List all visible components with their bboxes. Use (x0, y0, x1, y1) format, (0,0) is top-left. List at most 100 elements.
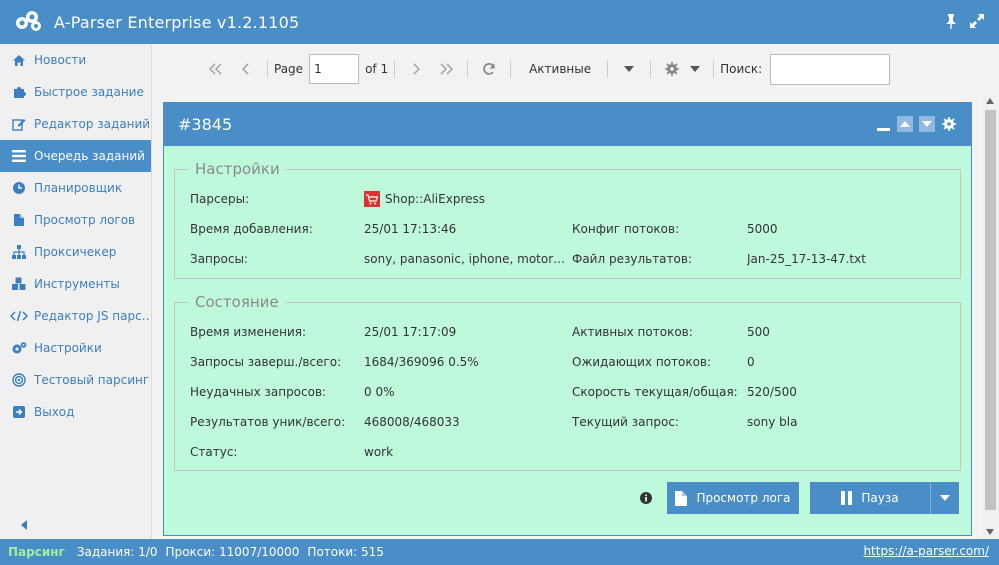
caret-down-icon (940, 495, 950, 501)
results-file-value: Jan-25_17-13-47.txt (747, 252, 866, 266)
minimize-icon[interactable] (877, 116, 891, 132)
next-page-icon[interactable] (401, 54, 431, 84)
shopping-cart-icon (364, 191, 380, 207)
failed-queries-value: 0 0% (364, 385, 395, 399)
results-file-label: Файл результатов: (572, 252, 692, 266)
first-page-icon[interactable] (201, 54, 231, 84)
current-query-label: Текущий запрос: (572, 415, 679, 429)
list-icon (10, 148, 28, 164)
pin-icon[interactable] (943, 12, 959, 30)
parser-name[interactable]: Shop::AliExpress (385, 189, 485, 209)
threads-count: Потоки: 515 (307, 545, 384, 559)
search-label: Поиск: (720, 62, 763, 76)
state-legend: Состояние (195, 293, 279, 311)
proxies-count: Прокси: 11007/10000 (165, 545, 300, 559)
last-page-icon[interactable] (431, 54, 461, 84)
tasks-count: Задания: 1/0 (76, 545, 158, 559)
sidebar-item-log-viewer[interactable]: Просмотр логов (0, 204, 151, 236)
target-icon (10, 372, 28, 388)
move-up-icon[interactable] (897, 116, 913, 132)
prev-page-icon[interactable] (231, 54, 261, 84)
sidebar-item-label: Просмотр логов (34, 213, 136, 227)
queries-value: sony, panasonic, iphone, motor… (364, 252, 566, 266)
sidebar-item-task-editor[interactable]: Редактор заданий (0, 108, 151, 140)
threads-config-value: 5000 (747, 222, 778, 236)
scroll-down-icon[interactable] (986, 529, 994, 535)
pause-options-dropdown[interactable] (930, 482, 959, 514)
sidebar-item-label: Проксичекер (34, 245, 117, 259)
sidebar-item-scheduler[interactable]: Планировщик (0, 172, 151, 204)
gear-icon[interactable] (941, 116, 957, 132)
file-icon (10, 212, 28, 228)
collapse-sidebar-icon[interactable] (20, 519, 30, 531)
parsers-value: Shop::AliExpress (364, 189, 485, 209)
website-link[interactable]: https://a-parser.com/ (863, 544, 989, 558)
toolbar-divider (607, 60, 609, 78)
home-icon (10, 52, 28, 68)
toolbar-divider (510, 60, 512, 78)
queries-done-label: Запросы заверш./всего: (190, 355, 342, 369)
pause-button[interactable]: Пауза (810, 482, 930, 514)
file-icon (675, 490, 688, 506)
added-time-value: 25/01 17:13:46 (364, 222, 457, 236)
vertical-scrollbar[interactable] (982, 94, 999, 539)
info-icon[interactable] (639, 491, 653, 505)
sidebar: Новости Быстрое задание Редактор заданий… (0, 44, 152, 539)
filter-select[interactable]: Активные (529, 62, 591, 76)
search-input[interactable] (770, 53, 891, 85)
sidebar-item-test-parsing[interactable]: Тестовый парсинг (0, 364, 151, 396)
sidebar-item-settings[interactable]: Настройки (0, 332, 151, 364)
toolbar-divider (650, 60, 652, 78)
results-count-label: Результатов уник/всего: (190, 415, 346, 429)
filter-dropdown-icon[interactable] (614, 54, 644, 84)
sidebar-item-tools[interactable]: Инструменты (0, 268, 151, 300)
settings-dropdown-icon[interactable] (687, 54, 703, 84)
app-title: A-Parser Enterprise v1.2.1105 (54, 12, 300, 32)
view-log-button[interactable]: Просмотр лога (667, 482, 799, 514)
scroll-up-icon[interactable] (986, 98, 994, 104)
status-label: Статус: (190, 445, 238, 459)
refresh-icon[interactable] (474, 54, 504, 84)
cubes-icon (10, 276, 28, 292)
active-threads-value: 500 (747, 325, 770, 339)
sidebar-item-quick-task[interactable]: Быстрое задание (0, 76, 151, 108)
sidebar-item-label: Новости (34, 53, 87, 67)
move-down-icon[interactable] (919, 116, 935, 132)
status-value: work (364, 445, 394, 459)
status-bar: Парсинг Задания: 1/0 Прокси: 11007/10000… (0, 539, 999, 565)
results-count-value: 468008/468033 (364, 415, 460, 429)
expand-icon[interactable] (969, 12, 985, 30)
parsers-label: Парсеры: (190, 192, 250, 206)
sidebar-item-label: Редактор заданий (34, 117, 151, 131)
current-query-value: sony bla (747, 415, 798, 429)
sidebar-item-label: Планировщик (34, 181, 123, 195)
queries-done-value: 1684/369096 0.5% (364, 355, 479, 369)
sidebar-item-label: Тестовый парсинг (34, 373, 150, 387)
page-number-input[interactable] (309, 54, 360, 84)
queries-label: Запросы: (190, 252, 248, 266)
page-count-label: of 1 (365, 62, 389, 76)
toolbar-divider (467, 60, 469, 78)
view-log-label: Просмотр лога (696, 491, 791, 505)
toolbar: Page of 1 Активные Поиск: (153, 44, 999, 94)
task-panel-header: #3845 (164, 103, 971, 146)
page-label: Page (274, 62, 304, 76)
sidebar-item-label: Выход (34, 405, 75, 419)
waiting-threads-label: Ожидающих потоков: (572, 355, 712, 369)
sitemap-icon (10, 244, 28, 260)
toolbar-divider (267, 60, 268, 78)
clock-icon (10, 180, 28, 196)
sidebar-item-task-queue[interactable]: Очередь заданий (0, 140, 151, 172)
toolbar-divider (394, 60, 396, 78)
sidebar-item-proxy-checker[interactable]: Проксичекер (0, 236, 151, 268)
waiting-threads-value: 0 (747, 355, 755, 369)
sidebar-item-news[interactable]: Новости (0, 44, 151, 76)
pause-label: Пауза (861, 491, 899, 505)
scrollbar-thumb[interactable] (985, 110, 996, 510)
sidebar-item-exit[interactable]: Выход (0, 396, 151, 428)
parsing-status: Парсинг (8, 545, 65, 559)
failed-queries-label: Неудачных запросов: (190, 385, 327, 399)
gear-icon[interactable] (657, 54, 687, 84)
sidebar-item-js-parser-editor[interactable]: Редактор JS парс… (0, 300, 151, 332)
sidebar-item-label: Инструменты (34, 277, 120, 291)
